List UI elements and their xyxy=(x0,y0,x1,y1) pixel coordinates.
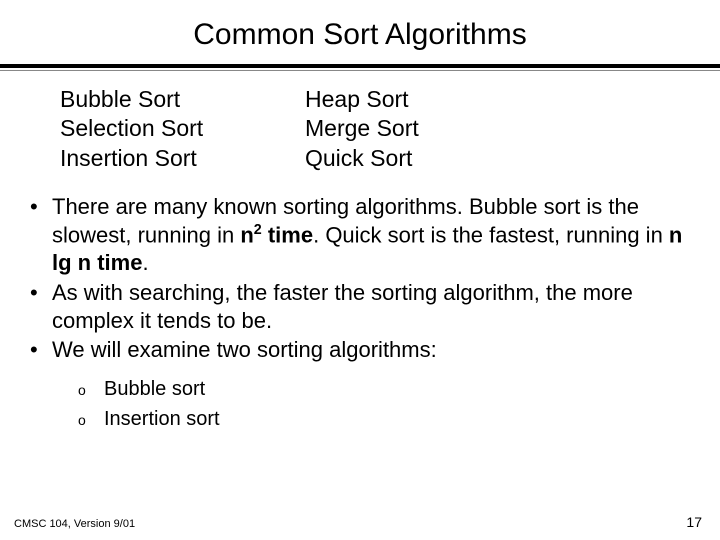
algo-item: Selection Sort xyxy=(60,114,305,143)
sub-text: Bubble sort xyxy=(104,374,205,404)
bullet-item: • As with searching, the faster the sort… xyxy=(30,279,690,334)
algo-item: Bubble Sort xyxy=(60,85,305,114)
bullet-item: • We will examine two sorting algorithms… xyxy=(30,336,690,364)
bullet-text: We will examine two sorting algorithms: xyxy=(52,336,690,364)
slide-title: Common Sort Algorithms xyxy=(0,0,720,64)
bullet-text: As with searching, the faster the sortin… xyxy=(52,279,690,334)
time-bold: time xyxy=(262,222,313,247)
sub-marker: o xyxy=(78,380,104,401)
text-fragment: . Quick sort is the fastest, running in xyxy=(313,222,669,247)
page-number: 17 xyxy=(686,514,702,530)
sub-bullet-list: o Bubble sort o Insertion sort xyxy=(0,366,720,434)
sub-bullet-item: o Bubble sort xyxy=(78,374,720,404)
right-column: Heap Sort Merge Sort Quick Sort xyxy=(305,85,720,173)
algo-item: Insertion Sort xyxy=(60,144,305,173)
n-bold: n xyxy=(240,222,253,247)
bullet-marker: • xyxy=(30,279,52,334)
superscript-2: 2 xyxy=(254,222,262,238)
left-column: Bubble Sort Selection Sort Insertion Sor… xyxy=(60,85,305,173)
bullet-marker: • xyxy=(30,336,52,364)
sub-text: Insertion sort xyxy=(104,404,220,434)
sub-bullet-item: o Insertion sort xyxy=(78,404,720,434)
algo-item: Heap Sort xyxy=(305,85,720,114)
divider-thick xyxy=(0,64,720,68)
footer-course: CMSC 104, Version 9/01 xyxy=(14,518,135,530)
algo-item: Merge Sort xyxy=(305,114,720,143)
bullet-list: • There are many known sorting algorithm… xyxy=(0,173,720,364)
algo-item: Quick Sort xyxy=(305,144,720,173)
bullet-text: There are many known sorting algorithms.… xyxy=(52,193,690,276)
sub-marker: o xyxy=(78,410,104,431)
bullet-item: • There are many known sorting algorithm… xyxy=(30,193,690,276)
bullet-marker: • xyxy=(30,193,52,276)
algorithm-columns: Bubble Sort Selection Sort Insertion Sor… xyxy=(0,71,720,173)
text-fragment: . xyxy=(142,250,148,275)
